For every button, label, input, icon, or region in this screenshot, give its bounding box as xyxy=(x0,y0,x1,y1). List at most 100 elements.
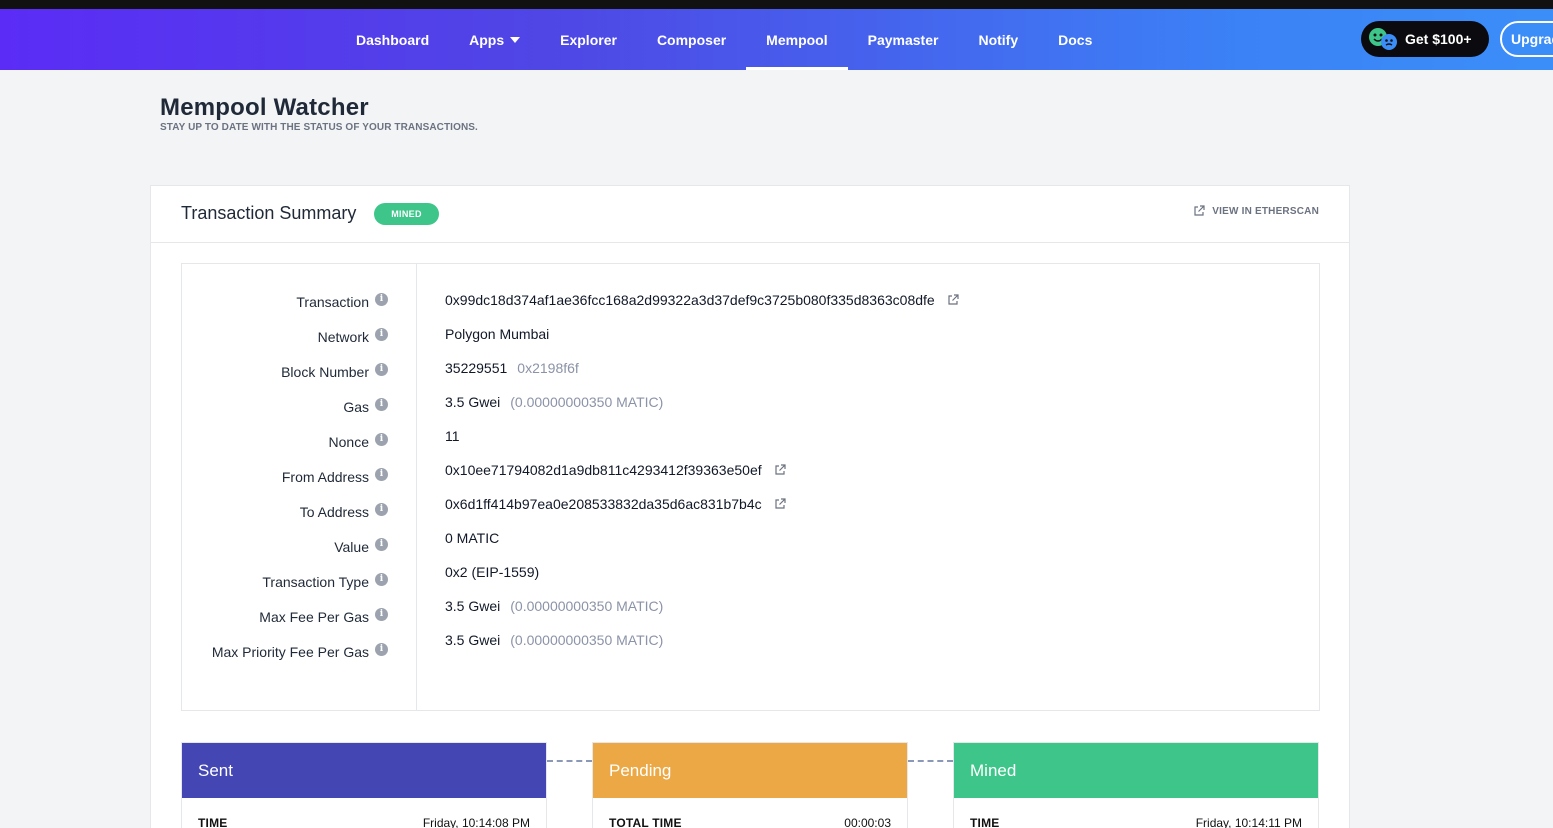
nav-notify[interactable]: Notify xyxy=(958,9,1038,70)
label-to-address: To Address i xyxy=(300,502,388,522)
status-badge: MINED xyxy=(374,203,439,225)
label-text: Block Number xyxy=(281,364,369,380)
nav-notify-label: Notify xyxy=(978,31,1019,48)
label-text: To Address xyxy=(299,504,369,520)
value-max-priority-fee: 3.5 Gwei (0.00000000350 MATIC) xyxy=(445,630,663,650)
stage-value: 00:00:03 xyxy=(844,816,891,828)
caret-down-icon xyxy=(510,37,521,43)
get-credits-button[interactable]: Get $100+ xyxy=(1361,21,1489,57)
external-link-icon xyxy=(1194,205,1205,216)
label-text: Gas xyxy=(343,399,369,415)
external-link-icon[interactable] xyxy=(774,464,786,476)
faces-icon xyxy=(1369,28,1397,50)
transaction-summary-card: Transaction Summary MINED VIEW IN ETHERS… xyxy=(150,185,1350,828)
max-fee-matic: (0.00000000350 MATIC) xyxy=(510,598,664,614)
get-credits-label: Get $100+ xyxy=(1405,31,1472,47)
label-network: Network i xyxy=(318,327,388,347)
value-network: Polygon Mumbai xyxy=(445,324,549,344)
info-icon[interactable]: i xyxy=(375,537,388,551)
label-gas: Gas i xyxy=(343,397,388,417)
info-icon[interactable]: i xyxy=(375,467,388,481)
detail-labels-column: Transaction i Network i Block Number i Gas i… xyxy=(182,264,417,710)
label-text: Transaction Type xyxy=(262,574,369,590)
nav-apps[interactable]: Apps xyxy=(449,9,540,70)
value-transaction: 0x99dc18d374af1ae36fcc168a2d99322a3d37de… xyxy=(445,290,959,310)
gas-matic: (0.00000000350 MATIC) xyxy=(510,394,664,410)
transaction-details: Transaction i Network i Block Number i Gas i… xyxy=(181,263,1320,711)
upgrade-button[interactable]: Upgrade xyxy=(1500,21,1553,57)
transaction-hash[interactable]: 0x99dc18d374af1ae36fcc168a2d99322a3d37de… xyxy=(445,292,935,308)
value-amount: 0 MATIC xyxy=(445,530,500,546)
stage-pending-row: TOTAL TIME 00:00:03 xyxy=(593,816,907,828)
info-icon[interactable]: i xyxy=(375,362,388,376)
info-icon[interactable]: i xyxy=(375,572,388,586)
stage-title: Mined xyxy=(970,760,1017,780)
stage-sent-row: TIME Friday, 10:14:08 PM xyxy=(182,816,546,828)
nav-composer[interactable]: Composer xyxy=(637,9,746,70)
info-icon[interactable]: i xyxy=(375,607,388,621)
label-max-priority-fee: Max Priority Fee Per Gas i xyxy=(212,642,388,662)
transaction-type-value: 0x2 (EIP-1559) xyxy=(445,564,540,580)
page-subtitle: STAY UP TO DATE WITH THE STATUS OF YOUR … xyxy=(160,122,478,133)
value-nonce: 11 xyxy=(445,426,460,446)
nav-mempool-label: Mempool xyxy=(766,31,828,48)
stage-value: Friday, 10:14:11 PM xyxy=(1195,816,1302,828)
max-fee-value: 3.5 Gwei xyxy=(445,598,501,614)
info-icon[interactable]: i xyxy=(375,642,388,656)
stage-sent: Sent TIME Friday, 10:14:08 PM xyxy=(181,742,547,828)
upgrade-label: Upgrade xyxy=(1511,31,1553,47)
network-value: Polygon Mumbai xyxy=(445,326,550,342)
nav-explorer[interactable]: Explorer xyxy=(540,9,637,70)
nav-items: Dashboard Apps Explorer Composer Mempool… xyxy=(336,9,1112,70)
nav-mempool[interactable]: Mempool xyxy=(746,9,849,70)
value-transaction-type: 0x2 (EIP-1559) xyxy=(445,562,539,582)
stage-title: Sent xyxy=(198,760,233,780)
nonce-value: 11 xyxy=(445,428,460,444)
card-header: Transaction Summary MINED VIEW IN ETHERS… xyxy=(151,186,1349,243)
nav-docs-label: Docs xyxy=(1058,31,1093,48)
info-icon[interactable]: i xyxy=(375,292,388,306)
label-text: Max Fee Per Gas xyxy=(259,609,369,625)
to-address-value[interactable]: 0x6d1ff414b97ea0e208533832da35d6ac831b7b… xyxy=(445,496,762,512)
label-max-fee: Max Fee Per Gas i xyxy=(259,607,388,627)
value-from-address: 0x10ee71794082d1a9db811c4293412f39363e50… xyxy=(445,460,786,480)
label-text: Max Priority Fee Per Gas xyxy=(211,644,369,660)
nav-docs[interactable]: Docs xyxy=(1038,9,1112,70)
label-transaction-type: Transaction Type i xyxy=(262,572,388,592)
label-from-address: From Address i xyxy=(282,467,388,487)
label-value: Value i xyxy=(334,537,388,557)
label-text: Value xyxy=(334,539,369,555)
info-icon[interactable]: i xyxy=(375,397,388,411)
nav-composer-label: Composer xyxy=(656,31,727,48)
label-block-number: Block Number i xyxy=(281,362,388,382)
info-icon[interactable]: i xyxy=(375,432,388,446)
stage-key: TOTAL TIME xyxy=(609,816,682,828)
stage-mined: Mined TIME Friday, 10:14:11 PM xyxy=(953,742,1319,828)
external-link-icon[interactable] xyxy=(774,498,786,510)
timeline-connector xyxy=(908,760,953,762)
nav-paymaster[interactable]: Paymaster xyxy=(848,9,959,70)
view-in-etherscan-link[interactable]: VIEW IN ETHERSCAN xyxy=(1193,205,1319,217)
stage-pending: Pending TOTAL TIME 00:00:03 xyxy=(592,742,908,828)
label-text: Nonce xyxy=(328,434,369,450)
info-icon[interactable]: i xyxy=(375,327,388,341)
info-icon[interactable]: i xyxy=(375,502,388,516)
nav-paymaster-label: Paymaster xyxy=(867,31,939,48)
block-number-hex: 0x2198f6f xyxy=(517,360,579,376)
stage-sent-header: Sent xyxy=(182,743,546,798)
nav-dashboard-label: Dashboard xyxy=(356,31,430,48)
value-block-number: 35229551 0x2198f6f xyxy=(445,358,579,378)
stage-value: Friday, 10:14:08 PM xyxy=(422,816,530,828)
from-address-value[interactable]: 0x10ee71794082d1a9db811c4293412f39363e50… xyxy=(445,462,762,478)
nav-dashboard[interactable]: Dashboard xyxy=(336,9,449,70)
nav-apps-label: Apps xyxy=(469,31,505,48)
stage-title: Pending xyxy=(609,760,672,780)
block-number-value: 35229551 xyxy=(445,360,508,376)
label-text: Transaction xyxy=(296,294,369,310)
value-to-address: 0x6d1ff414b97ea0e208533832da35d6ac831b7b… xyxy=(445,494,786,514)
external-link-icon[interactable] xyxy=(947,294,959,306)
stage-key: TIME xyxy=(970,816,1000,828)
label-nonce: Nonce i xyxy=(329,432,388,452)
label-transaction: Transaction i xyxy=(296,292,388,312)
top-navbar: Dashboard Apps Explorer Composer Mempool… xyxy=(0,9,1553,70)
